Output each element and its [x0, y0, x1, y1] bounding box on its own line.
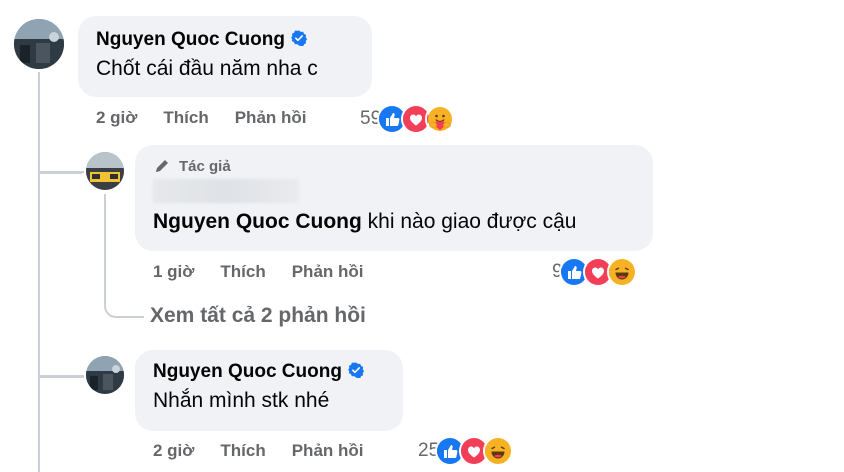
reply-actions: 1 giờ Thích Phản hồi — [153, 262, 390, 282]
reply-bubble: Tác giả Nguyen Quoc Cuong khi nào giao đ… — [135, 145, 653, 251]
care-icon — [425, 104, 456, 134]
reaction-summary[interactable]: 25 — [418, 436, 514, 466]
like-button[interactable]: Thích — [220, 441, 265, 461]
reply-actions: 2 giờ Thích Phản hồi — [153, 441, 390, 461]
like-button[interactable]: Thích — [220, 262, 265, 282]
reply-text: khi nào giao được cậu — [367, 210, 577, 233]
haha-icon — [606, 257, 637, 287]
author-badge: Tác giả — [153, 157, 635, 175]
reply-text: Nhắn mình stk nhé — [153, 389, 330, 412]
blurred-text — [153, 179, 299, 203]
commenter-name[interactable]: Nguyen Quoc Cuong — [153, 361, 385, 383]
comment-bubble: Nguyen Quoc Cuong Chốt cái đầu năm nha c — [78, 16, 372, 97]
thread-line-main — [38, 72, 40, 472]
reaction-summary[interactable]: 9 — [552, 257, 637, 287]
comment-text: Chốt cái đầu năm nha c — [96, 57, 318, 80]
avatar[interactable] — [86, 152, 124, 190]
thread-connector-reply-1 — [38, 140, 82, 174]
haha-icon — [483, 436, 514, 466]
thread-connector-viewmore — [104, 290, 144, 318]
thread-line-reply — [104, 194, 106, 298]
avatar[interactable] — [86, 356, 124, 394]
reaction-summary[interactable]: 59 — [360, 104, 456, 134]
reply-button[interactable]: Phản hồi — [292, 262, 364, 282]
thread-connector-reply-2 — [38, 350, 84, 378]
timestamp[interactable]: 2 giờ — [153, 441, 194, 461]
avatar[interactable] — [14, 19, 64, 69]
thread-connector-h2 — [40, 375, 84, 377]
timestamp[interactable]: 1 giờ — [153, 262, 194, 282]
reply-button[interactable]: Phản hồi — [292, 441, 364, 461]
pen-icon — [153, 157, 171, 175]
timestamp[interactable]: 2 giờ — [96, 108, 137, 128]
reply-button[interactable]: Phản hồi — [235, 108, 307, 128]
commenter-name[interactable]: Nguyen Quoc Cuong — [96, 29, 354, 51]
reply-bubble: Nguyen Quoc Cuong Nhắn mình stk nhé — [135, 350, 403, 431]
view-more-replies-link[interactable]: Xem tất cả 2 phản hồi — [150, 304, 366, 328]
reply-text-row: Nguyen Quoc Cuong khi nào giao được cậu — [153, 210, 635, 234]
like-button[interactable]: Thích — [163, 108, 208, 128]
verified-badge-icon — [347, 362, 365, 379]
verified-badge-icon — [290, 30, 308, 47]
thread-connector-h1 — [40, 171, 84, 173]
mentioned-name[interactable]: Nguyen Quoc Cuong — [153, 210, 362, 233]
comment-actions: 2 giờ Thích Phản hồi — [96, 108, 333, 128]
